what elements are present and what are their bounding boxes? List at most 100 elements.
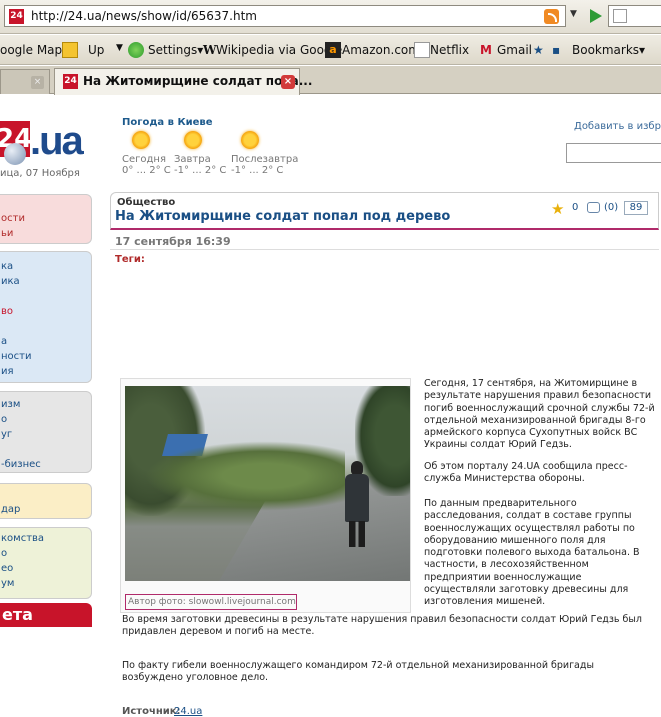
wikipedia-icon: W bbox=[203, 43, 217, 57]
bookmark-amazon[interactable]: Amazon.com bbox=[342, 43, 420, 57]
sidebar-item[interactable]: а bbox=[0, 334, 91, 349]
article-photo-frame: Автор фото: slowowl.livejournal.com bbox=[120, 378, 411, 613]
rss-feed-icon[interactable] bbox=[544, 9, 559, 24]
browser-search-field[interactable] bbox=[608, 5, 661, 27]
site-logo[interactable]: 24 .ua bbox=[0, 117, 91, 165]
sidebar-item[interactable] bbox=[0, 487, 91, 502]
globe-icon bbox=[4, 143, 26, 165]
bookmark-up[interactable]: Up bbox=[88, 43, 104, 57]
divider bbox=[110, 249, 659, 250]
publish-date: 17 сентября 16:39 bbox=[115, 235, 231, 248]
weather-title: Погода в Киеве bbox=[122, 117, 213, 128]
source-link[interactable]: 24.ua bbox=[174, 706, 202, 717]
url-field[interactable]: 24 http://24.ua/news/show/id/65637.htm bbox=[4, 5, 566, 27]
weather-day-after: Послезавтра -1° ... 2° C bbox=[231, 131, 298, 176]
weather-day-label: Сегодня bbox=[122, 154, 166, 165]
bookmark-wikipedia[interactable]: Wikipedia via Google bbox=[216, 43, 342, 57]
weather-today: Сегодня 0° ... 2° C bbox=[122, 131, 182, 176]
bookmark-settings[interactable]: Settings▾ bbox=[148, 43, 203, 57]
bookmarks-menu[interactable]: Bookmarks▾ bbox=[572, 43, 645, 57]
netflix-icon bbox=[414, 42, 430, 58]
web-page: 24 .ua ица, 07 Ноября Погода в Киеве Сег… bbox=[0, 95, 661, 717]
add-to-favorites-link[interactable]: Добавить в избранн bbox=[574, 121, 661, 132]
sidebar-item[interactable]: ьи bbox=[0, 226, 91, 241]
article-paragraph: По факту гибели военнослужащего командир… bbox=[122, 660, 594, 684]
close-tab-icon[interactable]: × bbox=[281, 75, 295, 89]
amazon-icon: a bbox=[325, 42, 341, 58]
bookmarks-toolbar: oogle Maps Up ▼ Settings▾ W Wikipedia vi… bbox=[0, 35, 661, 65]
sidebar-item[interactable]: о bbox=[0, 412, 91, 427]
search-engine-icon bbox=[613, 9, 627, 23]
tab-favicon-icon: 24 bbox=[63, 74, 78, 89]
article-paragraph: По данным предварительного расследования… bbox=[424, 498, 640, 608]
sidebar-item[interactable] bbox=[0, 442, 91, 457]
photo-credit: Автор фото: slowowl.livejournal.com bbox=[125, 594, 297, 610]
weather-temp: -1° ... 2° C bbox=[231, 165, 284, 176]
tab-strip: × 24 На Житомирщине солдат попа... × bbox=[0, 66, 661, 95]
sidebar-community-box: комства о ео ум bbox=[0, 527, 92, 599]
current-date: ица, 07 Ноября bbox=[0, 168, 80, 179]
photo-person-head bbox=[351, 461, 363, 475]
sidebar-item[interactable]: комства bbox=[0, 531, 91, 546]
tags-label: Теги: bbox=[115, 254, 145, 265]
sidebar-item[interactable]: ео bbox=[0, 561, 91, 576]
gazeta-banner[interactable]: ета bbox=[0, 603, 92, 627]
photo-person-legs bbox=[349, 521, 365, 547]
sidebar-news-box: ости ьи bbox=[0, 194, 92, 244]
sidebar-item-active[interactable]: во bbox=[0, 304, 91, 319]
bookmark-gmail[interactable]: Gmail bbox=[497, 43, 532, 57]
sidebar-item[interactable]: уг bbox=[0, 427, 91, 442]
logo-text: .ua bbox=[30, 119, 84, 163]
go-button[interactable] bbox=[586, 6, 604, 26]
close-tab-icon[interactable]: × bbox=[31, 76, 44, 89]
photo-person-coat bbox=[345, 474, 369, 522]
article-headline: На Житомирщине солдат попал под дерево bbox=[115, 209, 451, 224]
article: Общество На Житомирщине солдат попал под… bbox=[110, 192, 661, 717]
up-dropdown-icon[interactable]: ▼ bbox=[116, 43, 123, 53]
article-paragraph: Сегодня, 17 сентября, на Житомирщине в р… bbox=[424, 378, 655, 451]
sidebar-item[interactable]: ности bbox=[0, 349, 91, 364]
bookmark-netflix[interactable]: Netflix bbox=[430, 43, 469, 57]
bookmark-google-maps[interactable]: oogle Maps bbox=[0, 43, 68, 57]
article-paragraph: Во время заготовки древесины в результат… bbox=[122, 614, 642, 638]
article-photo[interactable] bbox=[125, 386, 410, 581]
comment-icon[interactable] bbox=[587, 202, 600, 213]
sidebar-misc-box: изм о уг -бизнес bbox=[0, 391, 92, 473]
sidebar-item[interactable]: изм bbox=[0, 397, 91, 412]
bookmarks-star-icon: ★ bbox=[533, 43, 544, 57]
sidebar-item[interactable]: ика bbox=[0, 274, 91, 289]
favorite-star-icon[interactable]: ★ bbox=[551, 201, 567, 217]
tab-inactive[interactable]: × bbox=[0, 69, 50, 94]
weather-tomorrow: Завтра -1° ... 2° C bbox=[174, 131, 234, 176]
site-search-input[interactable] bbox=[566, 143, 661, 163]
source-label: Источник: bbox=[122, 706, 181, 717]
settings-icon bbox=[128, 42, 144, 58]
sidebar-item[interactable]: ости bbox=[0, 211, 91, 226]
address-toolbar: 24 http://24.ua/news/show/id/65637.htm ▼ bbox=[0, 0, 661, 34]
sidebar-sections-box: ка ика во а ности ия bbox=[0, 251, 92, 383]
photo-fallen-tree bbox=[145, 441, 345, 511]
sidebar-item[interactable]: о bbox=[0, 546, 91, 561]
sidebar-item[interactable]: ка bbox=[0, 259, 91, 274]
article-rubric[interactable]: Общество bbox=[117, 197, 175, 208]
url-dropdown-icon[interactable]: ▼ bbox=[570, 9, 584, 23]
sidebar-item[interactable]: дар bbox=[0, 502, 91, 517]
site-favicon-icon: 24 bbox=[9, 9, 24, 24]
sidebar-item[interactable]: ия bbox=[0, 364, 91, 379]
bookmarks-folder-icon: ▪ bbox=[552, 43, 561, 57]
article-paragraph: Об этом порталу 24.UA сообщила пресс-слу… bbox=[424, 461, 628, 485]
sun-icon bbox=[184, 131, 202, 149]
sidebar-item[interactable] bbox=[0, 319, 91, 334]
sidebar-calendar-box: дар bbox=[0, 483, 92, 519]
url-text[interactable]: http://24.ua/news/show/id/65637.htm bbox=[31, 9, 257, 23]
weather-temp: 0° ... 2° C bbox=[122, 165, 171, 176]
sidebar-item[interactable] bbox=[0, 289, 91, 304]
sidebar-item[interactable]: ум bbox=[0, 576, 91, 591]
sidebar-item[interactable]: -бизнес bbox=[0, 457, 91, 472]
weather-day-label: Завтра bbox=[174, 154, 211, 165]
comment-count[interactable]: (0) bbox=[604, 202, 618, 213]
tab-active[interactable]: 24 На Житомирщине солдат попа... × bbox=[54, 68, 312, 95]
weather-temp: -1° ... 2° C bbox=[174, 165, 227, 176]
views-count: 89 bbox=[624, 201, 648, 215]
photo-person bbox=[345, 461, 369, 551]
